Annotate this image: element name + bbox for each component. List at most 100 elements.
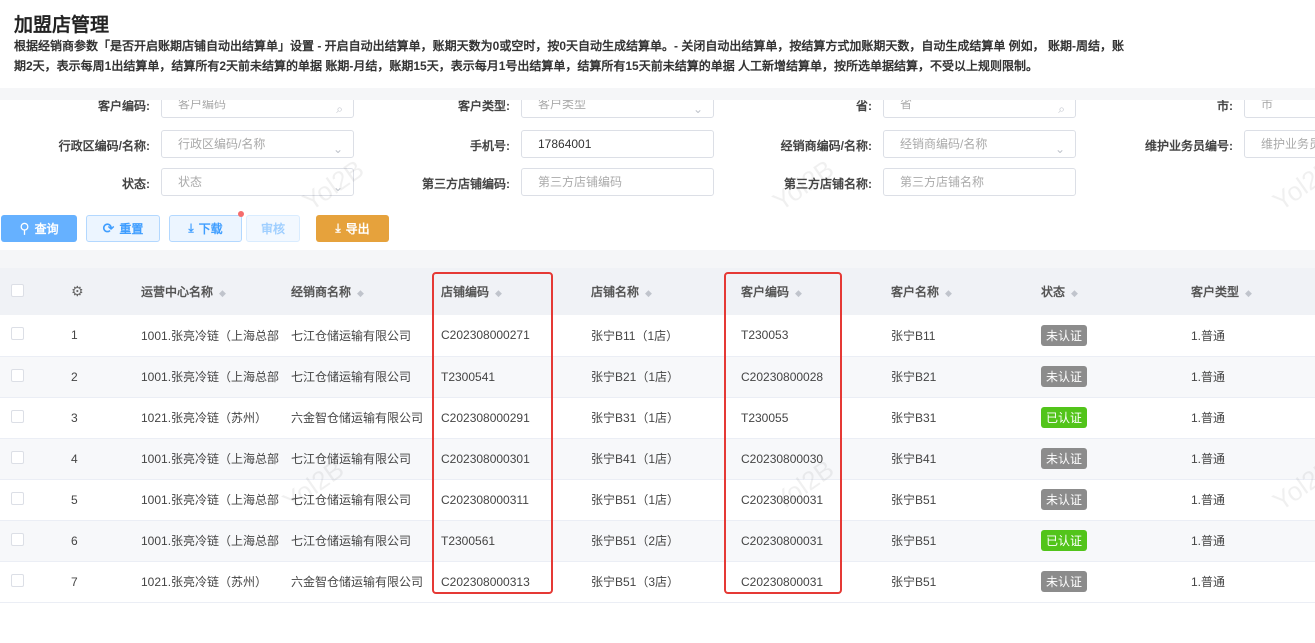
reset-button[interactable]: ⟳ 重置: [86, 215, 160, 242]
region-select[interactable]: 行政区编码/名称 ⌄: [161, 130, 354, 158]
placeholder: 第三方店铺名称: [900, 175, 985, 189]
table-row[interactable]: 6 1001.张亮冷链（上海总部 七江仓储运输有限公司 T2300561 张宁B51（2…: [0, 520, 1315, 562]
table-cell: 七江仓储运输有限公司: [291, 520, 441, 562]
highlight-store-code: [432, 272, 553, 594]
download-button[interactable]: ⤓ 下载: [169, 215, 242, 242]
table-row[interactable]: 2 1001.张亮冷链（上海总部 七江仓储运输有限公司 T2300541 张宁B21（1…: [0, 356, 1315, 398]
sort-icon[interactable]: ◆: [1071, 288, 1078, 298]
customer-type-filter: 客户类型: 客户类型 ⌄: [458, 100, 714, 118]
highlight-customer-code: [724, 272, 842, 594]
customer-code-input[interactable]: 客户编码 ⌕: [161, 100, 354, 118]
chevron-down-icon: ⌄: [692, 102, 703, 116]
table-cell: 张宁B51: [891, 520, 1041, 562]
table-cell: 1001.张亮冷链（上海总部: [141, 438, 291, 480]
chevron-down-icon: ⌄: [332, 142, 343, 156]
column-header[interactable]: 客户类型 ◆: [1191, 268, 1315, 315]
province-input[interactable]: 省 ⌕: [883, 100, 1076, 118]
notification-dot: [238, 211, 244, 217]
table-cell: 六金智仓储运输有限公司: [291, 397, 441, 439]
row-checkbox[interactable]: [11, 368, 24, 382]
table-cell: 七江仓储运输有限公司: [291, 315, 441, 357]
label: 状态:: [122, 177, 150, 191]
query-button[interactable]: ⚲ 查询: [1, 215, 77, 242]
status-cell: 未认证: [1041, 561, 1191, 603]
phone-filter: 手机号: 17864001: [470, 130, 714, 158]
table-cell: 张宁B41: [891, 438, 1041, 480]
row-checkbox[interactable]: [11, 409, 24, 423]
label: 查询: [34, 222, 59, 236]
download-icon: ⤓: [188, 221, 194, 235]
column-header[interactable]: 店铺名称 ◆: [591, 268, 741, 315]
row-checkbox[interactable]: [11, 491, 24, 505]
third-name-input[interactable]: 第三方店铺名称: [883, 168, 1076, 196]
column-header[interactable]: 经销商名称 ◆: [291, 268, 441, 315]
placeholder: 市: [1261, 100, 1274, 111]
row-checkbox[interactable]: [11, 573, 24, 587]
gear-icon[interactable]: ⚙: [71, 283, 84, 299]
select-all-checkbox[interactable]: [11, 283, 24, 297]
sort-icon[interactable]: ◆: [645, 288, 652, 298]
table-row[interactable]: 7 1021.张亮冷链（苏州） 六金智仓储运输有限公司 C202308000313 张宁…: [0, 561, 1315, 603]
column-header[interactable]: 客户名称 ◆: [891, 268, 1041, 315]
customer-type-select[interactable]: 客户类型 ⌄: [521, 100, 714, 118]
audit-button[interactable]: 审核: [246, 215, 300, 242]
sort-icon[interactable]: ◆: [357, 288, 364, 298]
third-code-input[interactable]: 第三方店铺编码: [521, 168, 714, 196]
dealer-select[interactable]: 经销商编码/名称 ⌄: [883, 130, 1076, 158]
table-cell: 张宁B41（1店）: [591, 438, 741, 480]
placeholder: 客户编码: [178, 100, 227, 111]
sort-icon[interactable]: ◆: [945, 288, 952, 298]
row-checkbox[interactable]: [11, 450, 24, 464]
third-name-filter: 第三方店铺名称: 第三方店铺名称: [784, 168, 1076, 196]
label: 第三方店铺编码:: [422, 177, 510, 191]
column-header[interactable]: 运营中心名称 ◆: [141, 268, 291, 315]
third-code-filter: 第三方店铺编码: 第三方店铺编码: [422, 168, 714, 196]
label: 手机号:: [470, 139, 510, 153]
table-row[interactable]: 4 1001.张亮冷链（上海总部 七江仓储运输有限公司 C202308000301 张宁…: [0, 438, 1315, 480]
sort-icon[interactable]: ◆: [1245, 288, 1252, 298]
status-badge: 未认证: [1041, 366, 1088, 387]
salesman-input[interactable]: 维护业务员编号: [1244, 130, 1315, 158]
sort-icon[interactable]: ◆: [219, 288, 226, 298]
column-header[interactable]: 状态 ◆: [1041, 268, 1191, 315]
label: 维护业务员编号:: [1145, 139, 1233, 153]
column-label: 运营中心名称: [141, 285, 214, 299]
label: 重置: [119, 222, 144, 236]
table-cell: 张宁B21（1店）: [591, 356, 741, 398]
column-label: 店铺名称: [591, 285, 640, 299]
page-description: 根据经销商参数「是否开启账期店铺自动出结算单」设置 - 开启自动出结算单，账期天…: [14, 39, 1125, 73]
export-button[interactable]: ⤓ 导出: [316, 215, 389, 242]
table-row[interactable]: 1 1001.张亮冷链（上海总部 七江仓储运输有限公司 C202308000271 张宁…: [0, 315, 1315, 357]
row-checkbox[interactable]: [11, 327, 24, 341]
search-icon: ⌕: [1058, 102, 1065, 116]
status-cell: 已认证: [1041, 520, 1191, 562]
table-cell: 张宁B21: [891, 356, 1041, 398]
column-label: 客户类型: [1191, 285, 1240, 299]
table-cell: 张宁B51: [891, 479, 1041, 521]
status-badge: 未认证: [1041, 571, 1088, 592]
table-cell: 1.普通: [1191, 520, 1315, 562]
status-badge: 未认证: [1041, 448, 1088, 469]
table-cell: 1.普通: [1191, 397, 1315, 439]
city-filter: 市: 市: [1217, 100, 1315, 118]
table-cell: 张宁B31: [891, 397, 1041, 439]
table-row[interactable]: 5 1001.张亮冷链（上海总部 七江仓储运输有限公司 C202308000311 张宁…: [0, 479, 1315, 521]
table-cell: 5: [58, 479, 141, 521]
table-row[interactable]: 3 1021.张亮冷链（苏州） 六金智仓储运输有限公司 C202308000291 张宁…: [0, 397, 1315, 439]
status-cell: 未认证: [1041, 479, 1191, 521]
table-cell: 1021.张亮冷链（苏州）: [141, 397, 291, 439]
table-cell: 张宁B31（1店）: [591, 397, 741, 439]
column-label: 状态: [1041, 285, 1066, 299]
status-badge: 未认证: [1041, 324, 1088, 346]
status-cell: 未认证: [1041, 315, 1191, 357]
table-cell: 1001.张亮冷链（上海总部: [141, 479, 291, 521]
filter-panel: 客户编码: 客户编码 ⌕ 客户类型: 客户类型 ⌄ 省: 省 ⌕ 市: 市 行政区编码/名称:…: [0, 100, 1315, 210]
table-cell: 张宁B51（3店）: [591, 561, 741, 603]
column-label: 客户名称: [891, 285, 940, 299]
row-checkbox-cell: [0, 315, 58, 357]
table-cell: 3: [58, 397, 141, 439]
phone-input[interactable]: 17864001: [521, 130, 714, 158]
city-input[interactable]: 市: [1244, 100, 1315, 118]
row-checkbox[interactable]: [11, 532, 24, 546]
divider: [0, 250, 1315, 268]
